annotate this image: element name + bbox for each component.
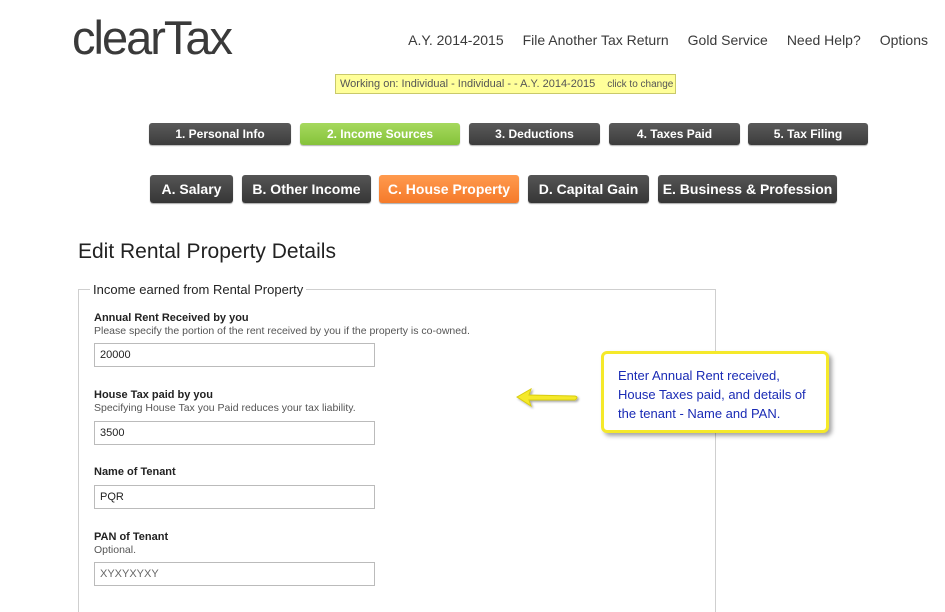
click-to-change-link[interactable]: click to change <box>607 79 673 90</box>
nav-gold-service[interactable]: Gold Service <box>688 32 768 48</box>
subtab-business-profession[interactable]: E. Business & Profession <box>658 175 837 203</box>
step-deductions[interactable]: 3. Deductions <box>469 123 600 145</box>
subtab-other-income[interactable]: B. Other Income <box>242 175 371 203</box>
nav-assessment-year[interactable]: A.Y. 2014-2015 <box>408 32 504 48</box>
help-callout: Enter Annual Rent received, House Taxes … <box>601 351 829 433</box>
working-on-text: Working on: Individual - Individual - - … <box>340 78 596 90</box>
page-root: clearTax A.Y. 2014-2015 File Another Tax… <box>0 0 945 612</box>
arrow-left-icon <box>516 387 578 408</box>
nav-file-another-return[interactable]: File Another Tax Return <box>523 32 669 48</box>
step-income-sources[interactable]: 2. Income Sources <box>300 123 460 145</box>
cleartax-logo[interactable]: clearTax <box>72 14 233 61</box>
fieldset-legend: Income earned from Rental Property <box>90 282 307 297</box>
annual-rent-input[interactable] <box>94 343 375 367</box>
tenant-pan-label: PAN of Tenant <box>94 531 169 543</box>
house-tax-label: House Tax paid by you <box>94 389 213 401</box>
top-navigation: A.Y. 2014-2015 File Another Tax Return G… <box>408 32 928 48</box>
tenant-name-label: Name of Tenant <box>94 466 176 478</box>
page-title: Edit Rental Property Details <box>78 240 336 263</box>
subtab-capital-gain[interactable]: D. Capital Gain <box>528 175 649 203</box>
tenant-name-input[interactable] <box>94 485 375 509</box>
step-taxes-paid[interactable]: 4. Taxes Paid <box>609 123 740 145</box>
working-on-bar: Working on: Individual - Individual - - … <box>335 74 676 94</box>
house-tax-input[interactable] <box>94 421 375 445</box>
annual-rent-help: Please specify the portion of the rent r… <box>94 325 470 337</box>
tenant-pan-help: Optional. <box>94 544 137 556</box>
step-personal-info[interactable]: 1. Personal Info <box>149 123 291 145</box>
tenant-pan-input[interactable] <box>94 562 375 586</box>
nav-options[interactable]: Options <box>880 32 928 48</box>
house-tax-help: Specifying House Tax you Paid reduces yo… <box>94 402 356 414</box>
step-tax-filing[interactable]: 5. Tax Filing <box>748 123 868 145</box>
subtab-house-property[interactable]: C. House Property <box>379 175 519 203</box>
help-callout-text: Enter Annual Rent received, House Taxes … <box>618 368 806 421</box>
nav-need-help[interactable]: Need Help? <box>787 32 861 48</box>
subtab-salary[interactable]: A. Salary <box>150 175 233 203</box>
annual-rent-label: Annual Rent Received by you <box>94 312 249 324</box>
